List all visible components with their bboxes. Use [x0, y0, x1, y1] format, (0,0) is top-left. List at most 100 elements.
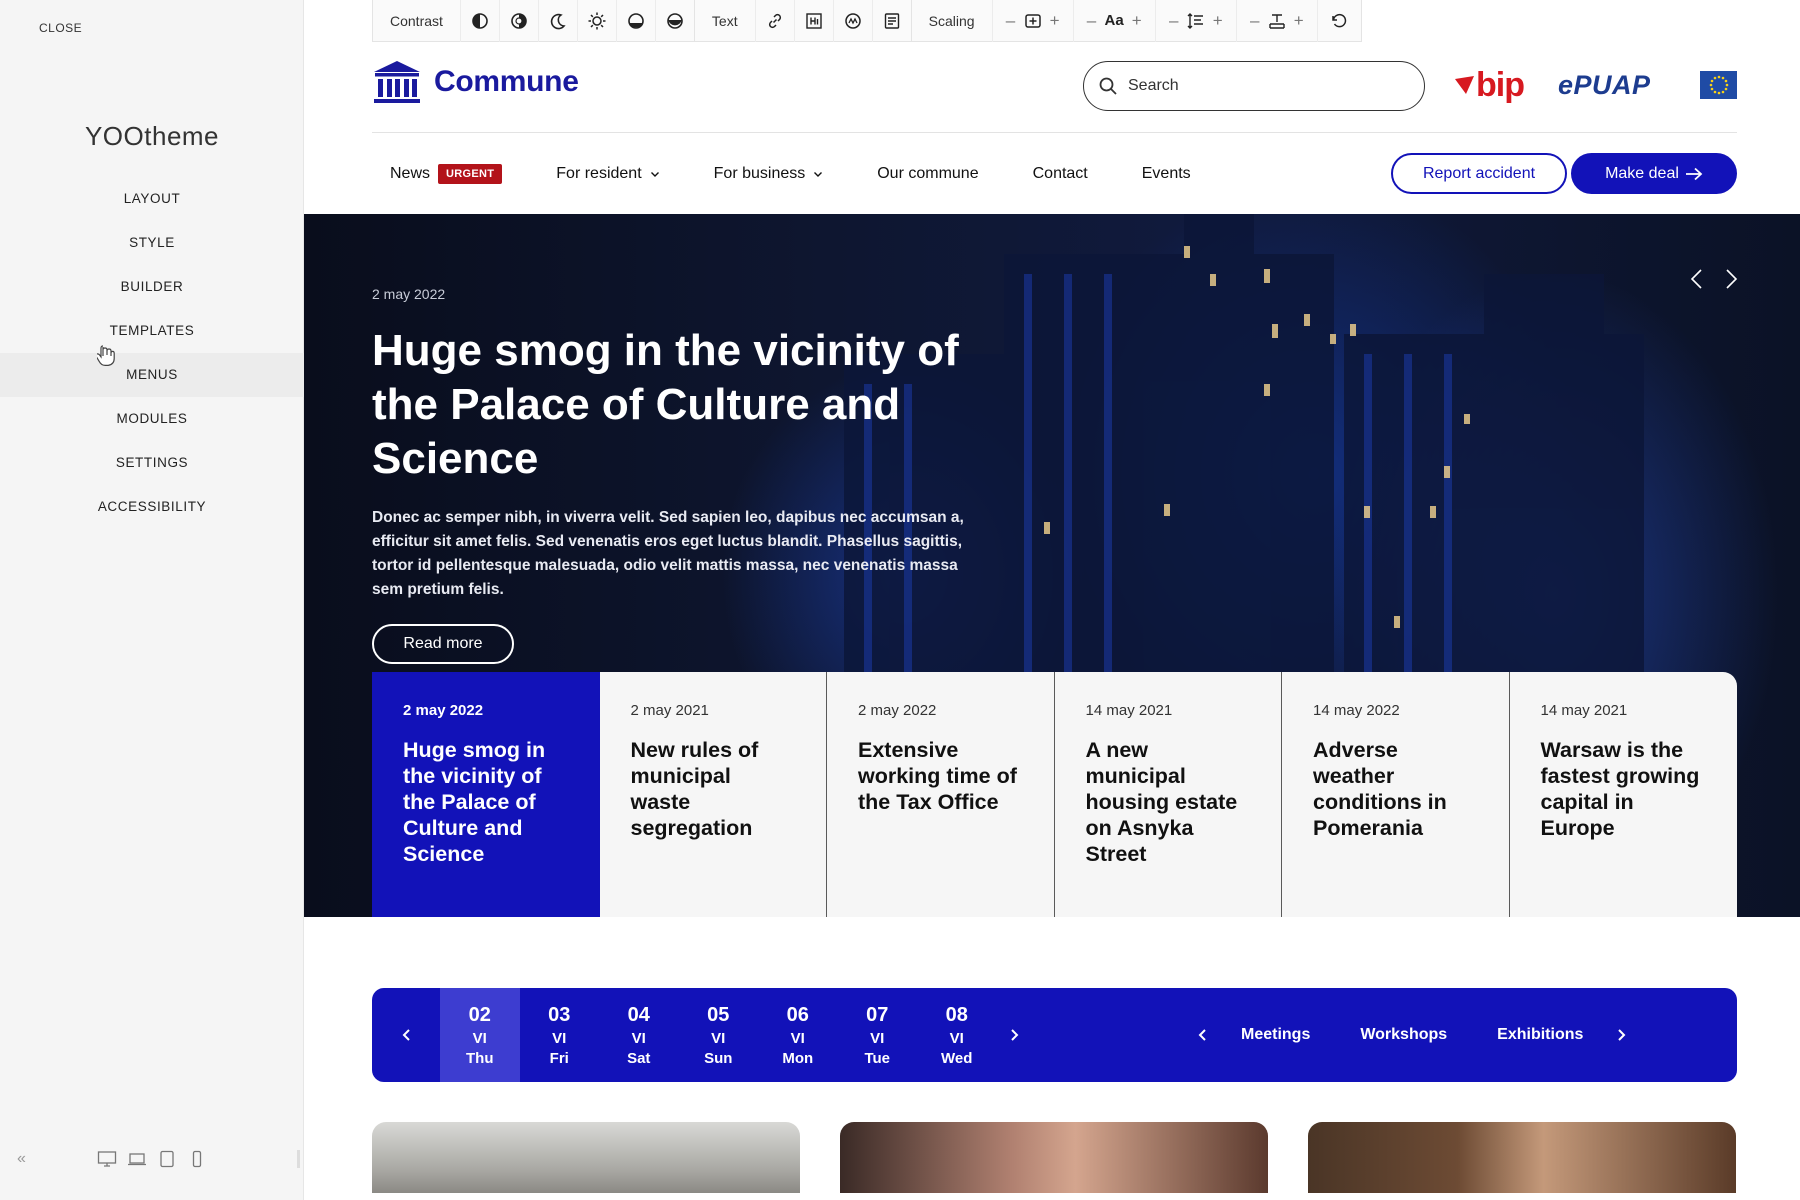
chevron-down-icon — [650, 172, 659, 177]
logo-text: Commune — [434, 65, 579, 98]
bip-text: bip — [1476, 66, 1525, 104]
news-card-title: A new municipal housing estate on Asnyka… — [1085, 738, 1238, 866]
category-meetings[interactable]: Meetings — [1216, 1026, 1335, 1044]
font-size-decrease-button[interactable]: – — [1086, 11, 1098, 31]
news-card[interactable]: 2 may 2022 Huge smog in the vicinity of … — [372, 672, 600, 917]
calendar-day-month: VI — [949, 1029, 964, 1047]
light-mode-icon[interactable] — [576, 0, 616, 42]
news-card-date: 14 may 2022 — [1313, 702, 1400, 719]
calendar-day[interactable]: 07 VI Tue — [838, 988, 918, 1082]
link-highlight-icon[interactable] — [754, 0, 794, 42]
zoom-decrease-button[interactable]: – — [1005, 11, 1017, 31]
reset-icon[interactable] — [1316, 0, 1361, 42]
event-thumbnail-image[interactable] — [372, 1122, 800, 1193]
report-accident-button[interactable]: Report accident — [1391, 153, 1567, 194]
site-logo[interactable]: Commune — [372, 60, 579, 104]
letter-spacing-increase-button[interactable]: + — [1293, 11, 1305, 31]
zoom-stepper: – + — [991, 0, 1073, 42]
categories-prev-icon[interactable] — [1188, 988, 1216, 1082]
event-thumbnail-image[interactable] — [840, 1122, 1268, 1193]
event-thumbnail-image[interactable] — [1308, 1122, 1736, 1193]
collapse-icon[interactable]: « — [17, 1150, 26, 1168]
calendar-next-icon[interactable] — [997, 988, 1033, 1082]
dark-mode-icon[interactable] — [537, 0, 577, 42]
epuap-logo[interactable]: ePUAP — [1558, 70, 1651, 101]
news-card-title: Extensive working time of the Tax Office — [858, 738, 1017, 814]
calendar-day[interactable]: 05 VI Sun — [679, 988, 759, 1082]
category-workshops[interactable]: Workshops — [1335, 1026, 1472, 1044]
bip-logo[interactable]: bip — [1454, 66, 1525, 105]
close-button[interactable]: CLOSE — [39, 21, 82, 35]
nav-item-news[interactable]: News URGENT — [372, 164, 503, 184]
category-exhibitions[interactable]: Exhibitions — [1472, 1026, 1608, 1044]
categories-next-icon[interactable] — [1608, 988, 1636, 1082]
desktop-icon[interactable] — [97, 1150, 117, 1168]
line-height-decrease-button[interactable]: – — [1168, 11, 1180, 31]
zoom-increase-button[interactable]: + — [1049, 11, 1061, 31]
calendar-day[interactable]: 06 VI Mon — [758, 988, 838, 1082]
nav-item-label: Events — [1141, 165, 1191, 182]
news-cards: 2 may 2022 Huge smog in the vicinity of … — [372, 672, 1737, 917]
accessibility-toolbar: Contrast Text Scaling – + – Aa + – + – + — [372, 0, 1362, 42]
calendar-day[interactable]: 04 VI Sat — [599, 988, 679, 1082]
low-saturation-icon[interactable] — [615, 0, 655, 42]
eu-flag-icon[interactable] — [1700, 71, 1737, 99]
headings-icon[interactable] — [793, 0, 833, 42]
customizer-nav-modules[interactable]: MODULES — [0, 397, 304, 441]
search-input[interactable] — [1128, 77, 1388, 95]
device-switcher — [97, 1150, 207, 1168]
laptop-icon[interactable] — [127, 1150, 147, 1168]
slider-next-icon[interactable] — [1723, 268, 1739, 290]
calendar-day-weekday: Fri — [549, 1049, 569, 1067]
text-align-icon[interactable] — [871, 0, 911, 42]
customizer-nav-settings[interactable]: SETTINGS — [0, 441, 304, 485]
make-deal-button[interactable]: Make deal — [1571, 153, 1737, 194]
customizer-nav-accessibility[interactable]: ACCESSIBILITY — [0, 485, 304, 529]
nav-item-our-commune[interactable]: Our commune — [859, 165, 978, 183]
customizer-nav-layout[interactable]: LAYOUT — [0, 177, 304, 221]
read-more-button[interactable]: Read more — [372, 624, 514, 664]
customizer-nav-style[interactable]: STYLE — [0, 221, 304, 265]
news-card-title: New rules of municipal waste segregation — [630, 738, 759, 840]
calendar-prev-icon[interactable] — [388, 988, 424, 1082]
contrast-invert-icon[interactable] — [498, 0, 538, 42]
high-saturation-icon[interactable] — [654, 0, 694, 42]
readable-font-icon[interactable] — [832, 0, 872, 42]
letter-spacing-decrease-button[interactable]: – — [1249, 11, 1261, 31]
contrast-half-icon[interactable] — [459, 0, 499, 42]
news-card-title: Adverse weather conditions in Pomerania — [1313, 738, 1447, 840]
nav-item-for-business[interactable]: For business — [696, 165, 824, 183]
calendar-day[interactable]: 02 VI Thu — [440, 988, 520, 1082]
news-card[interactable]: 2 may 2021 New rules of municipal waste … — [599, 672, 827, 917]
calendar-day-month: VI — [631, 1029, 646, 1047]
calendar-day[interactable]: 03 VI Fri — [520, 988, 600, 1082]
calendar-day-number: 04 — [627, 1003, 650, 1026]
chevron-down-icon — [814, 172, 823, 177]
news-card[interactable]: 14 may 2021 A new municipal housing esta… — [1054, 672, 1282, 917]
hand-cursor-icon — [97, 345, 115, 366]
nav-item-for-resident[interactable]: For resident — [538, 165, 659, 183]
scaling-label: Scaling — [928, 12, 975, 29]
tablet-icon[interactable] — [157, 1150, 177, 1168]
resize-handle[interactable] — [297, 1150, 300, 1168]
customizer-nav-builder[interactable]: BUILDER — [0, 265, 304, 309]
letter-spacing-icon — [1269, 13, 1285, 29]
main-nav: News URGENT For resident For business Ou… — [372, 153, 1227, 195]
nav-item-contact[interactable]: Contact — [1015, 165, 1088, 183]
news-card-date: 2 may 2021 — [630, 702, 709, 719]
customizer-nav-templates[interactable]: TEMPLATES — [0, 309, 304, 353]
line-height-increase-button[interactable]: + — [1212, 11, 1224, 31]
news-card[interactable]: 2 may 2022 Extensive working time of the… — [827, 672, 1055, 917]
search-field[interactable] — [1083, 61, 1425, 111]
news-card[interactable]: 14 may 2021 Warsaw is the fastest growin… — [1509, 672, 1737, 917]
news-card[interactable]: 14 may 2022 Adverse weather conditions i… — [1282, 672, 1510, 917]
news-card-date: 14 may 2021 — [1085, 702, 1173, 719]
contrast-label: Contrast — [390, 12, 443, 29]
slider-prev-icon[interactable] — [1689, 268, 1705, 290]
phone-icon[interactable] — [187, 1150, 207, 1168]
customizer-brand: YOOtheme — [84, 121, 220, 151]
calendar-day[interactable]: 08 VI Wed — [917, 988, 997, 1082]
font-size-increase-button[interactable]: + — [1131, 11, 1143, 31]
nav-item-events[interactable]: Events — [1124, 165, 1191, 183]
customizer-nav-menus[interactable]: MENUS — [0, 353, 304, 397]
